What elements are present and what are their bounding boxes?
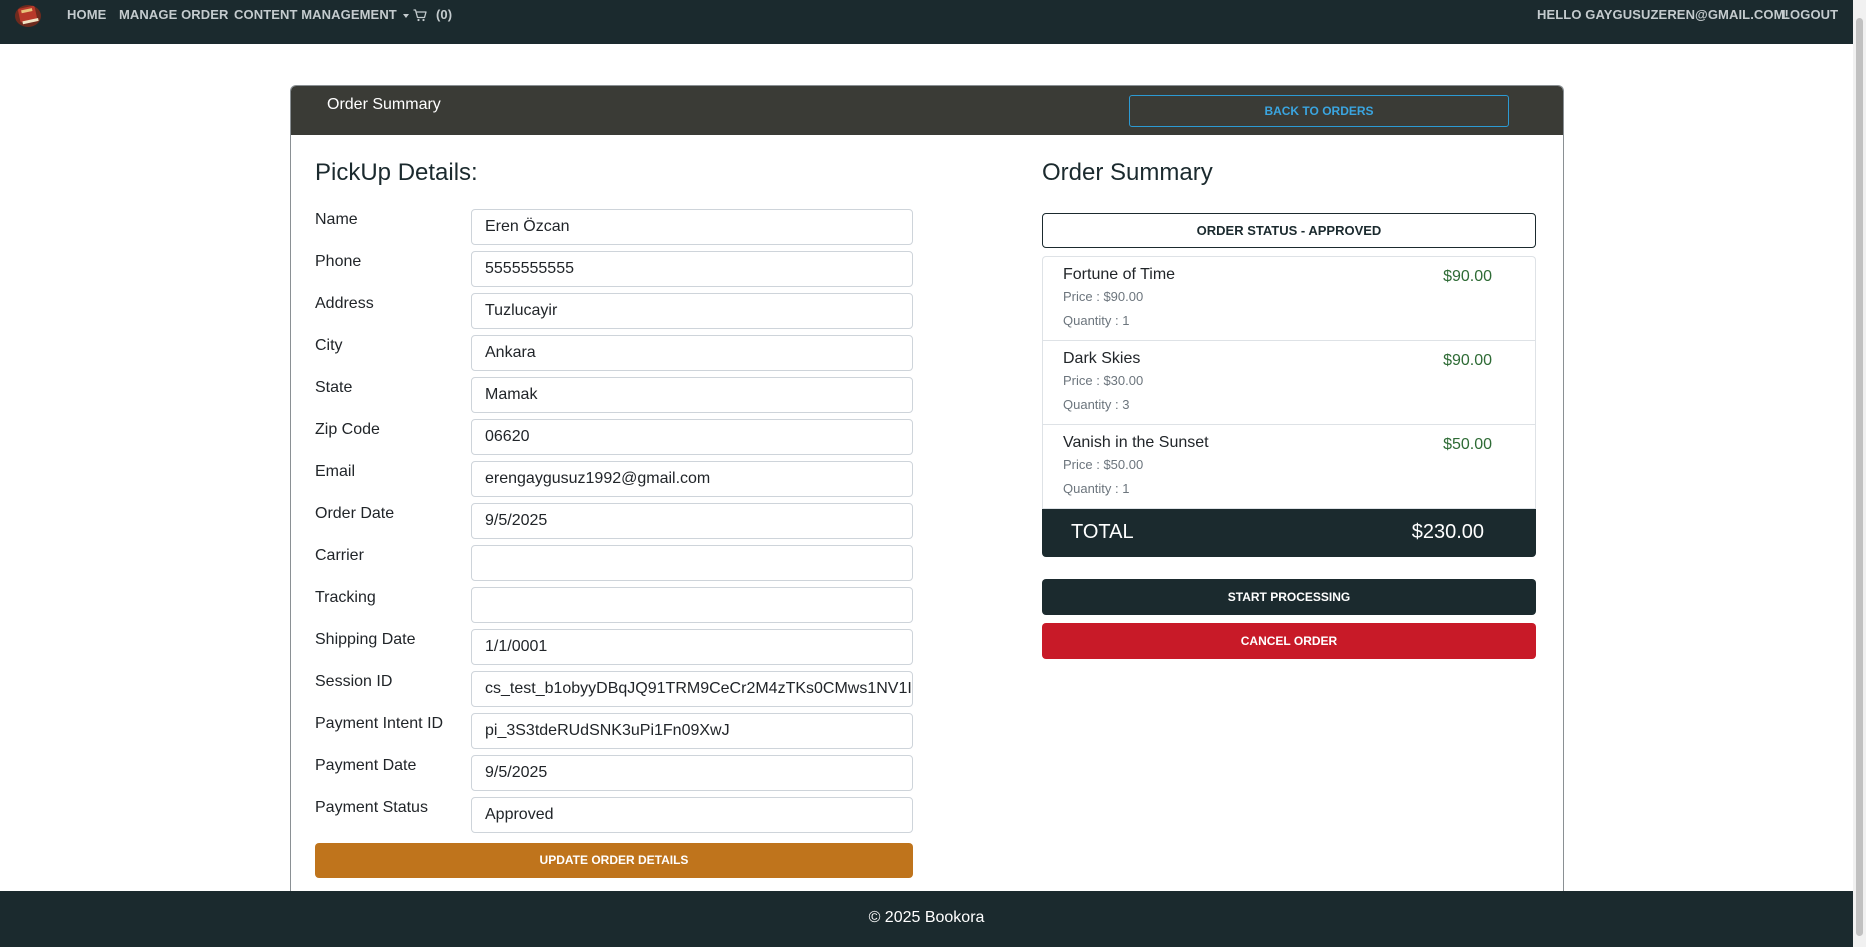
payment-intent-id-field[interactable]: pi_3S3tdeRUdSNK3uPi1Fn09XwJ <box>471 713 913 749</box>
field-label-payment-intent-id: Payment Intent ID <box>315 715 444 732</box>
top-navbar: HOME MANAGE ORDER CONTENT MANAGEMENT (0)… <box>0 0 1853 44</box>
page-footer: © 2025 Bookora <box>0 891 1853 947</box>
nav-content-management-dropdown[interactable]: CONTENT MANAGEMENT <box>234 7 409 23</box>
back-to-orders-button[interactable]: BACK TO ORDERS <box>1129 95 1509 127</box>
order-items-list: Fortune of Time Price : $90.00 Quantity … <box>1042 256 1536 509</box>
payment-date-field[interactable]: 9/5/2025 <box>471 755 913 791</box>
session-id-field[interactable]: cs_test_b1obyyDBqJQ91TRM9CeCr2M4zTKs0CMw… <box>471 671 913 707</box>
field-label-session-id: Session ID <box>315 673 393 690</box>
tracking-field[interactable] <box>471 587 913 623</box>
nav-logout-link[interactable]: LOGOUT <box>1782 7 1838 23</box>
shipping-date-field[interactable]: 1/1/0001 <box>471 629 913 665</box>
name-field[interactable]: Eren Özcan <box>471 209 913 245</box>
field-label-shipping-date: Shipping Date <box>315 631 416 648</box>
field-label-payment-date: Payment Date <box>315 757 417 774</box>
cart-count: (0) <box>436 7 453 22</box>
nav-manage-order-link[interactable]: MANAGE ORDER <box>119 7 229 23</box>
update-order-details-button[interactable]: UPDATE ORDER DETAILS <box>315 843 913 878</box>
scrollbar-thumb[interactable] <box>1856 18 1863 936</box>
field-label-phone: Phone <box>315 253 362 270</box>
field-label-name: Name <box>315 211 358 228</box>
item-price: Price : $90.00 <box>1063 289 1144 304</box>
item-name: Dark Skies <box>1063 350 1141 367</box>
total-label: TOTAL <box>1071 521 1134 543</box>
item-quantity: Quantity : 3 <box>1063 397 1130 412</box>
address-field[interactable]: Tuzlucayir <box>471 293 913 329</box>
phone-field[interactable]: 5555555555 <box>471 251 913 287</box>
item-name: Fortune of Time <box>1063 266 1176 283</box>
caret-down-icon <box>402 13 409 18</box>
item-quantity: Quantity : 1 <box>1063 313 1130 328</box>
field-label-order-date: Order Date <box>315 505 395 522</box>
field-label-state: State <box>315 379 353 396</box>
field-label-carrier: Carrier <box>315 547 364 564</box>
start-processing-button[interactable]: START PROCESSING <box>1042 579 1536 615</box>
field-label-email: Email <box>315 463 356 480</box>
order-status-badge: ORDER STATUS - APPROVED <box>1042 213 1536 248</box>
state-field[interactable]: Mamak <box>471 377 913 413</box>
item-price: Price : $50.00 <box>1063 457 1144 472</box>
order-card: Order Summary BACK TO ORDERS PickUp Deta… <box>290 85 1564 896</box>
field-label-city: City <box>315 337 343 354</box>
total-value: $230.00 <box>1411 521 1484 543</box>
order-item: Fortune of Time Price : $90.00 Quantity … <box>1043 257 1535 341</box>
item-total: $90.00 <box>1443 268 1492 285</box>
item-name: Vanish in the Sunset <box>1063 434 1209 451</box>
book-logo-icon[interactable] <box>13 1 43 29</box>
cancel-order-button[interactable]: CANCEL ORDER <box>1042 623 1536 659</box>
field-label-zip-code: Zip Code <box>315 421 380 438</box>
card-title: Order Summary <box>327 96 441 113</box>
item-total: $50.00 <box>1443 436 1492 453</box>
payment-status-field[interactable]: Approved <box>471 797 913 833</box>
order-total-row: TOTAL $230.00 <box>1042 509 1536 557</box>
item-quantity: Quantity : 1 <box>1063 481 1130 496</box>
nav-user-greeting[interactable]: HELLO GAYGUSUZEREN@GMAIL.COM! <box>1537 7 1789 23</box>
cart-icon <box>413 9 427 22</box>
city-field[interactable]: Ankara <box>471 335 913 371</box>
field-label-tracking: Tracking <box>315 589 376 606</box>
field-label-payment-status: Payment Status <box>315 799 428 816</box>
order-date-field[interactable]: 9/5/2025 <box>471 503 913 539</box>
carrier-field[interactable] <box>471 545 913 581</box>
zip-code-field[interactable]: 06620 <box>471 419 913 455</box>
order-summary-heading: Order Summary <box>1042 159 1213 186</box>
item-price: Price : $30.00 <box>1063 373 1144 388</box>
nav-content-management-label: CONTENT MANAGEMENT <box>234 7 397 22</box>
page-scrollbar[interactable] <box>1853 0 1866 947</box>
field-label-address: Address <box>315 295 374 312</box>
nav-home-link[interactable]: HOME <box>67 7 106 23</box>
pickup-details-heading: PickUp Details: <box>315 159 478 186</box>
order-item: Dark Skies Price : $30.00 Quantity : 3 $… <box>1043 341 1535 425</box>
card-header: Order Summary BACK TO ORDERS <box>291 86 1563 135</box>
footer-copyright: © 2025 Bookora <box>868 909 985 926</box>
order-item: Vanish in the Sunset Price : $50.00 Quan… <box>1043 425 1535 509</box>
email-field[interactable]: erengaygusuz1992@gmail.com <box>471 461 913 497</box>
item-total: $90.00 <box>1443 352 1492 369</box>
nav-cart-link[interactable]: (0) <box>413 7 452 23</box>
